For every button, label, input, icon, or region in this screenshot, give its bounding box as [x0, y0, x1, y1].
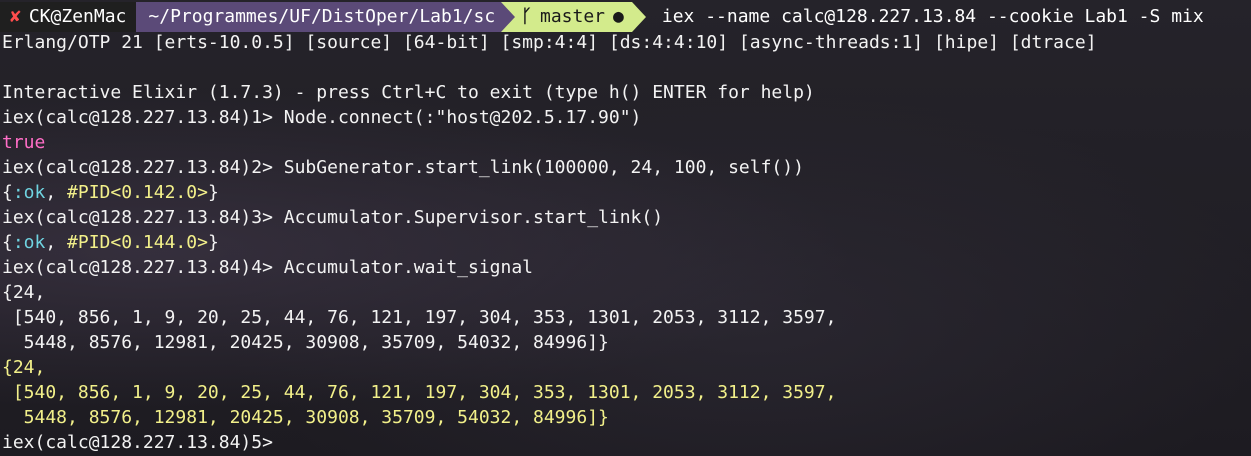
iex-input-1: iex(calc@128.227.13.84)1> Node.connect(:… [2, 107, 642, 128]
prompt-path-segment: ~/Programmes/UF/DistOper/Lab1/sc [136, 2, 502, 32]
output-separator: , [45, 182, 68, 203]
result-1-list-line-2: 5448, 8576, 12981, 20425, 30908, 35709, … [2, 332, 609, 353]
prompt-host: CK@ZenMac [28, 6, 127, 27]
iex-input-5[interactable]: iex(calc@128.227.13.84)5> [2, 430, 284, 455]
prompt-git-segment: ᚴ master ● [515, 2, 632, 32]
output-brace: } [207, 232, 219, 253]
output-brace: { [2, 182, 13, 203]
shell-prompt: ✘ CK@ZenMac ~/Programmes/UF/DistOper/Lab… [0, 2, 1204, 32]
pid-value: #PID<0.142.0> [67, 182, 208, 203]
output-brace: } [207, 182, 219, 203]
ok-atom: :ok [12, 182, 46, 203]
iex-welcome: Interactive Elixir (1.7.3) - press Ctrl+… [2, 82, 815, 103]
iex-output-2: {:ok, #PID<0.142.0>} [2, 180, 219, 205]
prompt-path: ~/Programmes/UF/DistOper/Lab1/sc [148, 6, 496, 27]
terminal-window[interactable]: ✘ CK@ZenMac ~/Programmes/UF/DistOper/Lab… [0, 0, 1251, 456]
erlang-banner: Erlang/OTP 21 [erts-10.0.5] [source] [64… [2, 32, 1097, 53]
result-2-header: {24, [2, 357, 46, 378]
output-brace: { [2, 232, 13, 253]
prompt-branch: master [539, 6, 606, 27]
error-x-icon: ✘ [10, 6, 21, 27]
iex-input-3: iex(calc@128.227.13.84)3> Accumulator.Su… [2, 207, 664, 228]
result-1-header: {24, [2, 282, 46, 303]
prompt-command: iex --name calc@128.227.13.84 --cookie L… [661, 6, 1204, 27]
result-1-list-line-1: [540, 856, 1, 9, 20, 25, 44, 76, 121, 19… [2, 307, 837, 328]
segment-separator-icon [631, 2, 646, 32]
iex-output-1: true [2, 132, 46, 153]
dirty-indicator-icon: ● [613, 6, 624, 27]
ok-atom: :ok [12, 232, 46, 253]
result-2-list-line-1: [540, 856, 1, 9, 20, 25, 44, 76, 121, 19… [2, 382, 837, 403]
iex-input-2: iex(calc@128.227.13.84)2> SubGenerator.s… [2, 157, 804, 178]
segment-separator-icon [501, 2, 516, 32]
iex-output-3: {:ok, #PID<0.144.0>} [2, 230, 219, 255]
output-separator: , [45, 232, 68, 253]
git-branch-icon: ᚴ [521, 6, 532, 27]
pid-value: #PID<0.144.0> [67, 232, 208, 253]
iex-input-4: iex(calc@128.227.13.84)4> Accumulator.wa… [2, 257, 534, 278]
result-2-list-line-2: 5448, 8576, 12981, 20425, 30908, 35709, … [2, 407, 609, 428]
prompt-host-segment: ✘ CK@ZenMac [0, 2, 137, 32]
